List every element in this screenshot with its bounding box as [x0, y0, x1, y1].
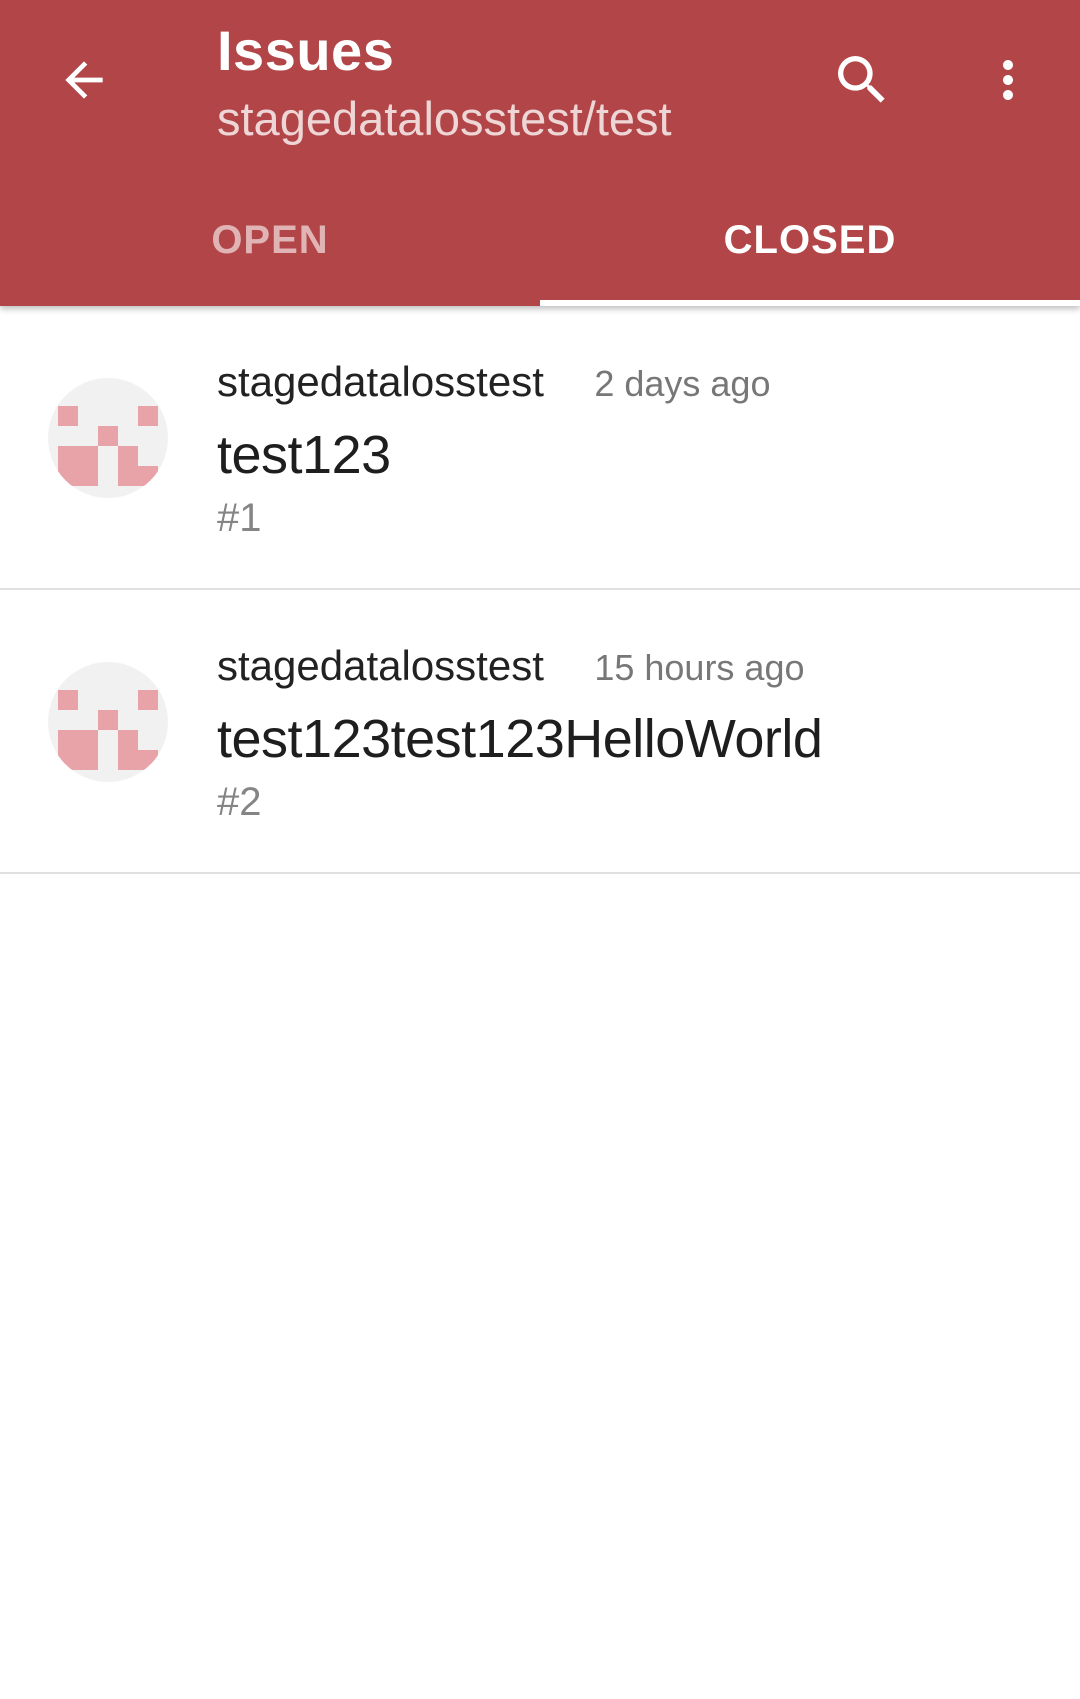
- identicon-avatar-icon: [58, 406, 158, 486]
- search-button[interactable]: [814, 32, 910, 128]
- tab-closed[interactable]: CLOSED: [540, 186, 1080, 306]
- more-options-button[interactable]: [960, 32, 1056, 128]
- tab-open[interactable]: OPEN: [0, 186, 540, 306]
- issue-author: stagedatalosstest: [217, 358, 544, 405]
- page-title: Issues: [217, 19, 395, 82]
- avatar[interactable]: [48, 662, 168, 782]
- issue-number: #2: [217, 780, 262, 824]
- issue-row[interactable]: stagedatalosstest 2 days ago test123 #1: [0, 306, 1080, 590]
- issue-row[interactable]: stagedatalosstest 15 hours ago test123te…: [0, 590, 1080, 874]
- issue-meta: stagedatalosstest 2 days ago: [217, 358, 770, 406]
- arrow-back-icon: [65, 61, 103, 99]
- issue-meta: stagedatalosstest 15 hours ago: [217, 642, 805, 690]
- tab-bar: OPEN CLOSED: [0, 186, 1080, 306]
- avatar[interactable]: [48, 378, 168, 498]
- app-bar: Issues stagedatalosstest/test OPEN CLOSE…: [0, 0, 1080, 306]
- issue-list: stagedatalosstest 2 days ago test123 #1: [0, 306, 1080, 874]
- title-block: Issues stagedatalosstest/test: [217, 16, 672, 150]
- tab-indicator: [540, 300, 1080, 306]
- issue-number: #1: [217, 496, 262, 540]
- identicon-avatar-icon: [58, 690, 158, 770]
- search-icon: [838, 56, 885, 103]
- issue-title: test123: [217, 425, 391, 485]
- issue-title: test123test123HelloWorld: [217, 709, 823, 769]
- issue-author: stagedatalosstest: [217, 642, 544, 689]
- tab-closed-label: CLOSED: [723, 217, 897, 262]
- issue-time: 2 days ago: [594, 363, 771, 404]
- issue-time: 15 hours ago: [594, 647, 805, 688]
- back-button[interactable]: [36, 32, 132, 128]
- issues-screen: Issues stagedatalosstest/test OPEN CLOSE…: [0, 0, 1080, 1699]
- tab-open-label: OPEN: [211, 217, 329, 262]
- more-vert-icon: [1003, 60, 1013, 100]
- repo-subtitle: stagedatalosstest/test: [217, 92, 672, 145]
